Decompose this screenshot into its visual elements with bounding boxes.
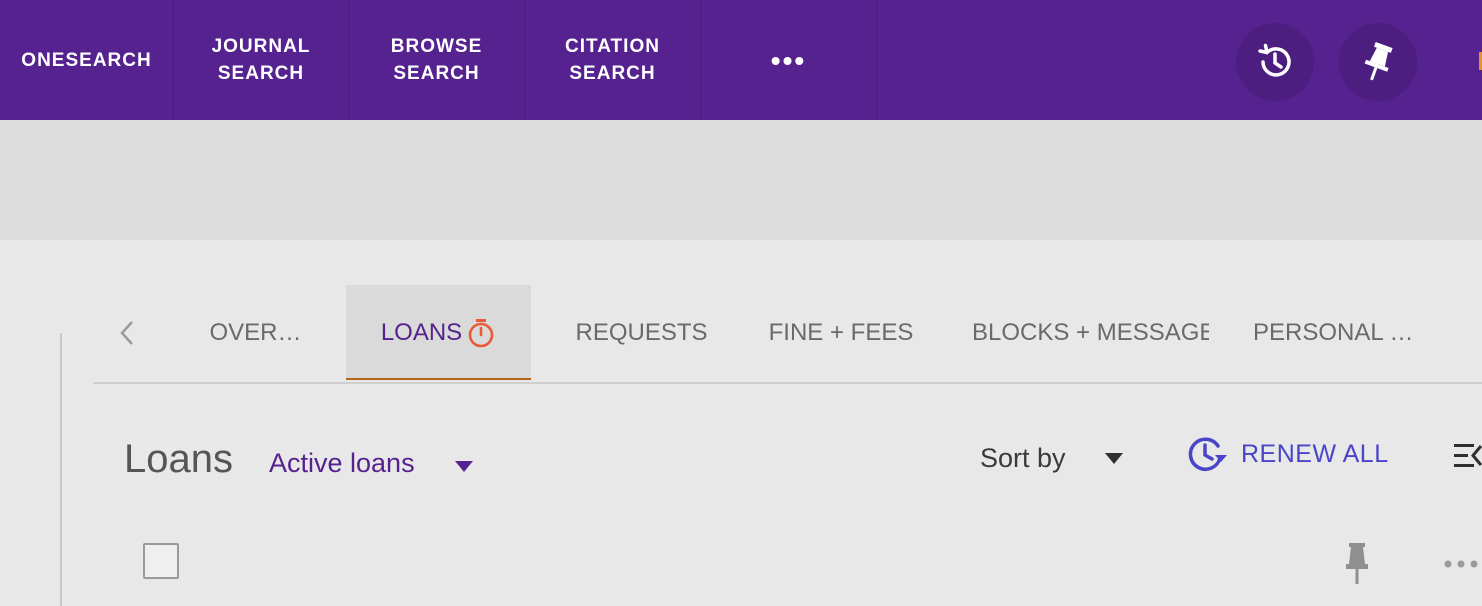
select-all-checkbox[interactable] [143, 543, 179, 579]
renew-all-label: RENEW ALL [1241, 439, 1389, 468]
nav-more-button[interactable]: ••• [701, 0, 877, 120]
tab-overview[interactable]: OVER… [193, 285, 318, 380]
caret-down-icon[interactable] [453, 459, 475, 473]
tab-blocks-messages-label: BLOCKS + MESSAGES [972, 318, 1209, 346]
nav-citation-search-line2: SEARCH [569, 63, 656, 84]
pin-icon [1364, 42, 1393, 81]
tab-loans-label: LOANS [380, 318, 463, 346]
content-divider [60, 333, 62, 606]
tab-personal-details-label: PERSONAL … [1253, 318, 1414, 346]
renew-all-button[interactable]: RENEW ALL [1187, 432, 1389, 476]
chevron-left-icon [120, 321, 133, 345]
tab-requests[interactable]: REQUESTS [569, 285, 714, 380]
nav-onesearch-label: ONESEARCH [21, 49, 152, 71]
tab-overview-label: OVER… [209, 318, 302, 346]
renew-clock-icon [1188, 437, 1227, 471]
search-history-button[interactable] [1236, 23, 1314, 101]
nav-journal-search-line1: JOURNAL [211, 36, 311, 57]
nav-journal-search[interactable]: JOURNAL SEARCH [174, 0, 349, 120]
tab-fine-fees[interactable]: FINE + FEES [761, 285, 921, 380]
nav-browse-search-line2: SEARCH [393, 63, 480, 84]
nav-journal-search-line2: SEARCH [217, 63, 305, 84]
nav-citation-search[interactable]: CITATION SEARCH [525, 0, 701, 120]
sort-by-dropdown[interactable]: Sort by [980, 443, 1066, 474]
list-options-icon[interactable] [1452, 438, 1482, 474]
more-horizontal-icon: ••• [770, 44, 807, 76]
more-horizontal-icon[interactable] [1442, 552, 1482, 576]
nav-browse-search[interactable]: BROWSE SEARCH [349, 0, 525, 120]
account-tabs: OVER… LOANS REQUESTS FINE + FEES BLOCKS … [93, 285, 1482, 384]
tab-loans[interactable]: LOANS [346, 285, 531, 380]
tab-blocks-messages[interactable]: BLOCKS + MESSAGES [972, 285, 1209, 380]
nav-onesearch[interactable]: ONESEARCH [0, 0, 174, 120]
tab-personal-details[interactable]: PERSONAL … [1253, 285, 1423, 380]
pinned-items-button[interactable] [1339, 23, 1417, 101]
history-icon [1258, 43, 1291, 77]
nav-browse-search-line1: BROWSE [390, 36, 483, 57]
caret-down-icon[interactable] [1103, 451, 1125, 465]
nav-browse-search-label: BROWSE SEARCH [391, 33, 483, 87]
nav-journal-search-label: JOURNAL SEARCH [212, 33, 311, 87]
pin-icon[interactable] [1341, 540, 1373, 586]
loan-filter-select[interactable]: Active loans [269, 448, 415, 479]
top-navigation-bar: ONESEARCH JOURNAL SEARCH BROWSE SEARCH C… [0, 0, 1482, 120]
header-band [0, 120, 1482, 240]
tab-requests-label: REQUESTS [575, 318, 708, 346]
nav-citation-search-line1: CITATION [565, 36, 660, 57]
nav-citation-search-label: CITATION SEARCH [565, 33, 660, 87]
timer-icon [466, 317, 496, 349]
tab-fine-fees-label: FINE + FEES [768, 318, 914, 346]
tabs-scroll-left-button[interactable] [113, 315, 141, 351]
loans-heading: Loans [124, 437, 233, 481]
